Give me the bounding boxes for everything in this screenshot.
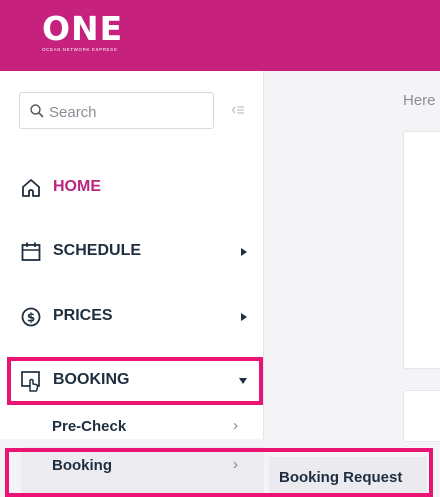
search-box[interactable] [19, 92, 214, 129]
dollar-circle-icon: $ [21, 307, 41, 327]
one-logo[interactable]: ONE OCEAN NETWORK EXPRESS [42, 12, 152, 60]
calendar-icon [21, 242, 41, 261]
nav-label-booking: BOOKING [53, 371, 130, 388]
booking-hand-icon [21, 371, 40, 392]
chevron-right-icon: › [233, 456, 238, 473]
content-card [403, 131, 440, 369]
collapse-sidebar-icon[interactable] [232, 104, 244, 116]
nav-label-schedule: SCHEDULE [53, 242, 142, 259]
subnav-item-pre-check[interactable]: Pre-Check › [21, 407, 244, 447]
nav-label-prices: PRICES [53, 307, 113, 324]
nav-item-booking[interactable]: BOOKING [0, 360, 263, 400]
home-icon [22, 179, 40, 197]
expand-arrow-icon [241, 248, 247, 256]
subnav-label-pre-check: Pre-Check [52, 418, 127, 435]
logo-text: ONE [42, 9, 124, 48]
nav-item-schedule[interactable]: SCHEDULE [0, 231, 263, 271]
main-intro-text: Here [403, 92, 436, 109]
subnav-item-booking[interactable]: Booking › [21, 447, 264, 497]
search-icon [30, 104, 44, 118]
content-card [403, 390, 440, 442]
chevron-right-icon: › [233, 417, 238, 434]
nav-label-home: HOME [53, 178, 101, 195]
expand-arrow-icon [241, 313, 247, 321]
logo-tagline: OCEAN NETWORK EXPRESS [42, 47, 118, 52]
nav-item-prices[interactable]: $ PRICES [0, 296, 263, 336]
svg-text:$: $ [27, 311, 35, 325]
sidebar: HOME SCHEDULE $ PRICES BOOKING Pre-Check… [0, 71, 264, 439]
nav-item-home[interactable]: HOME [0, 167, 263, 207]
collapse-arrow-icon [239, 378, 247, 384]
flyout-label-booking-request: Booking Request [279, 469, 403, 486]
top-bar: ONE OCEAN NETWORK EXPRESS [0, 0, 440, 71]
flyout-item-booking-request[interactable]: Booking Request [269, 457, 427, 497]
search-input[interactable] [47, 101, 201, 123]
subnav-label-booking: Booking [52, 457, 112, 474]
